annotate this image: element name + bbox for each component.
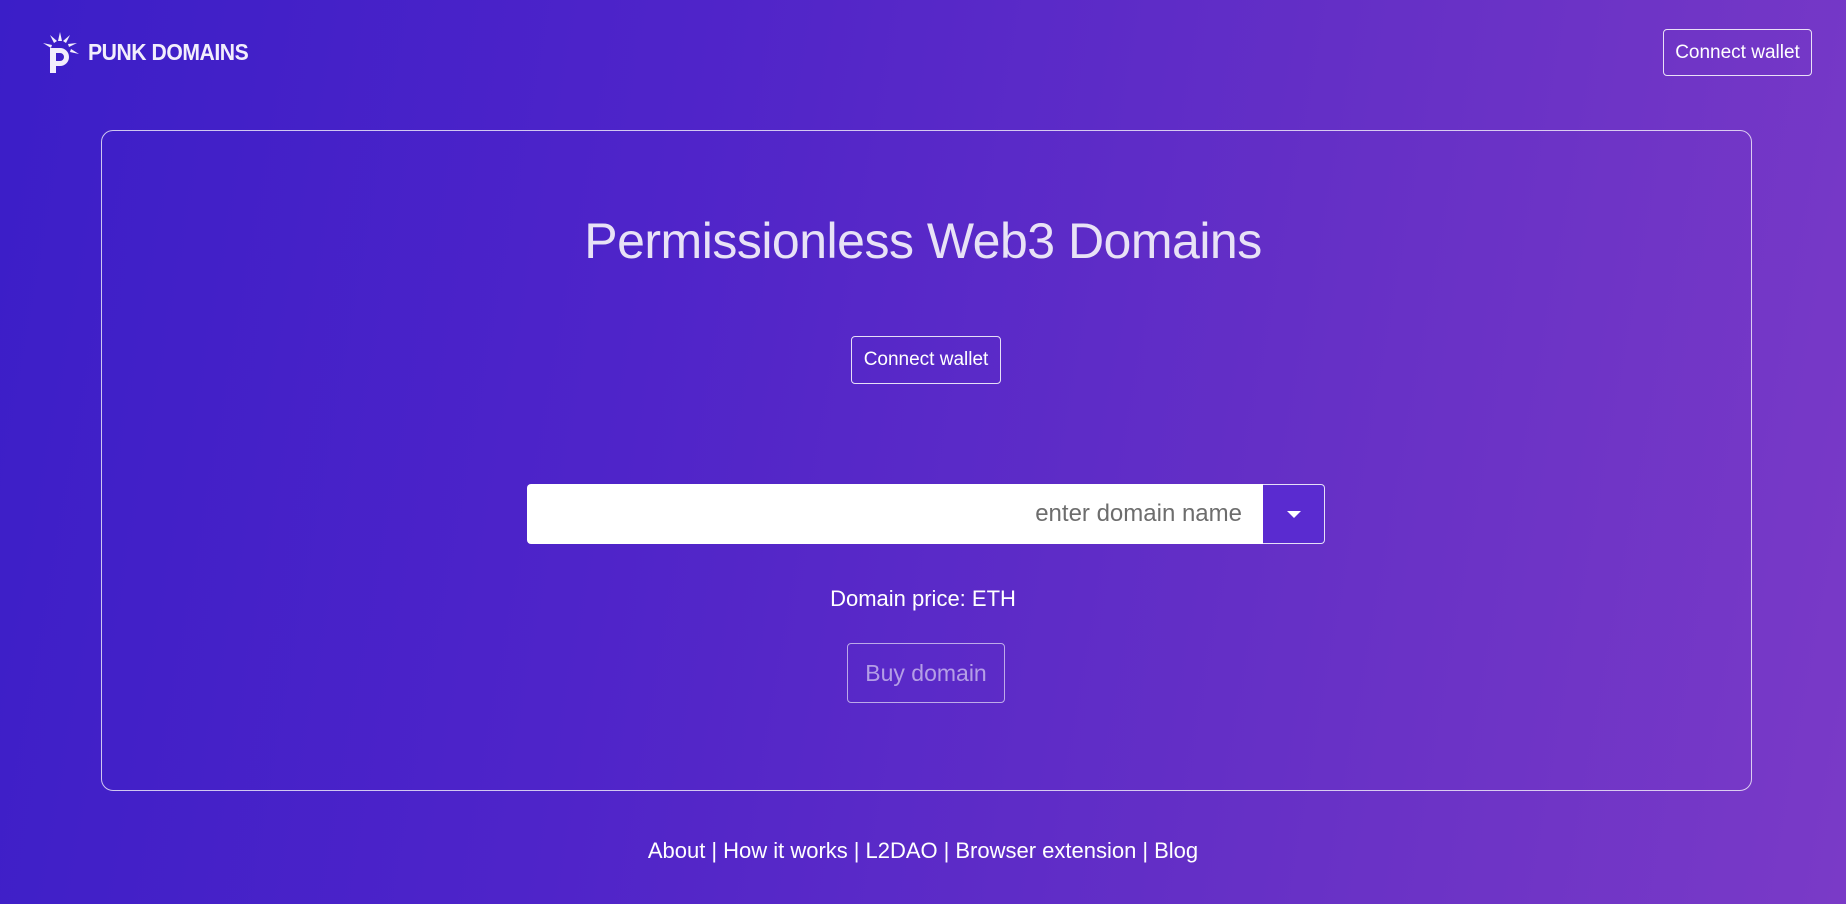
domain-price-currency: ETH [971,586,1016,611]
punk-logo-icon [43,32,79,73]
domain-search-group [527,484,1325,544]
footer-link-blog[interactable]: Blog [1154,838,1198,863]
footer-link-about[interactable]: About [648,838,706,863]
brand-name: PUNK DOMAINS [88,38,249,65]
footer-separator: | [711,838,718,863]
footer-separator: | [943,838,950,863]
caret-down-icon [1286,510,1301,518]
tld-dropdown-button[interactable] [1263,484,1325,544]
footer-link-browser-extension[interactable]: Browser extension [955,838,1136,863]
buy-domain-button[interactable]: Buy domain [847,643,1005,703]
footer-links: About | How it works | L2DAO | Browser extensi… [0,838,1846,864]
brand-link[interactable]: PUNK DOMAINS [40,30,262,74]
footer-link-how-it-works[interactable]: How it works [723,838,848,863]
domain-name-input[interactable] [527,484,1263,544]
footer-separator: | [1142,838,1149,863]
navbar: PUNK DOMAINS Connect wallet [0,0,1846,104]
footer-separator: | [853,838,860,863]
page-title: Permissionless Web3 Domains [584,213,1262,269]
navbar-connect-wallet-button[interactable]: Connect wallet [1663,29,1812,76]
connect-wallet-button[interactable]: Connect wallet [851,336,1001,384]
domain-price-label: Domain price: [830,586,966,611]
footer-link-l2dao[interactable]: L2DAO [866,838,938,863]
domain-price: Domain price: ETH [0,586,1846,612]
